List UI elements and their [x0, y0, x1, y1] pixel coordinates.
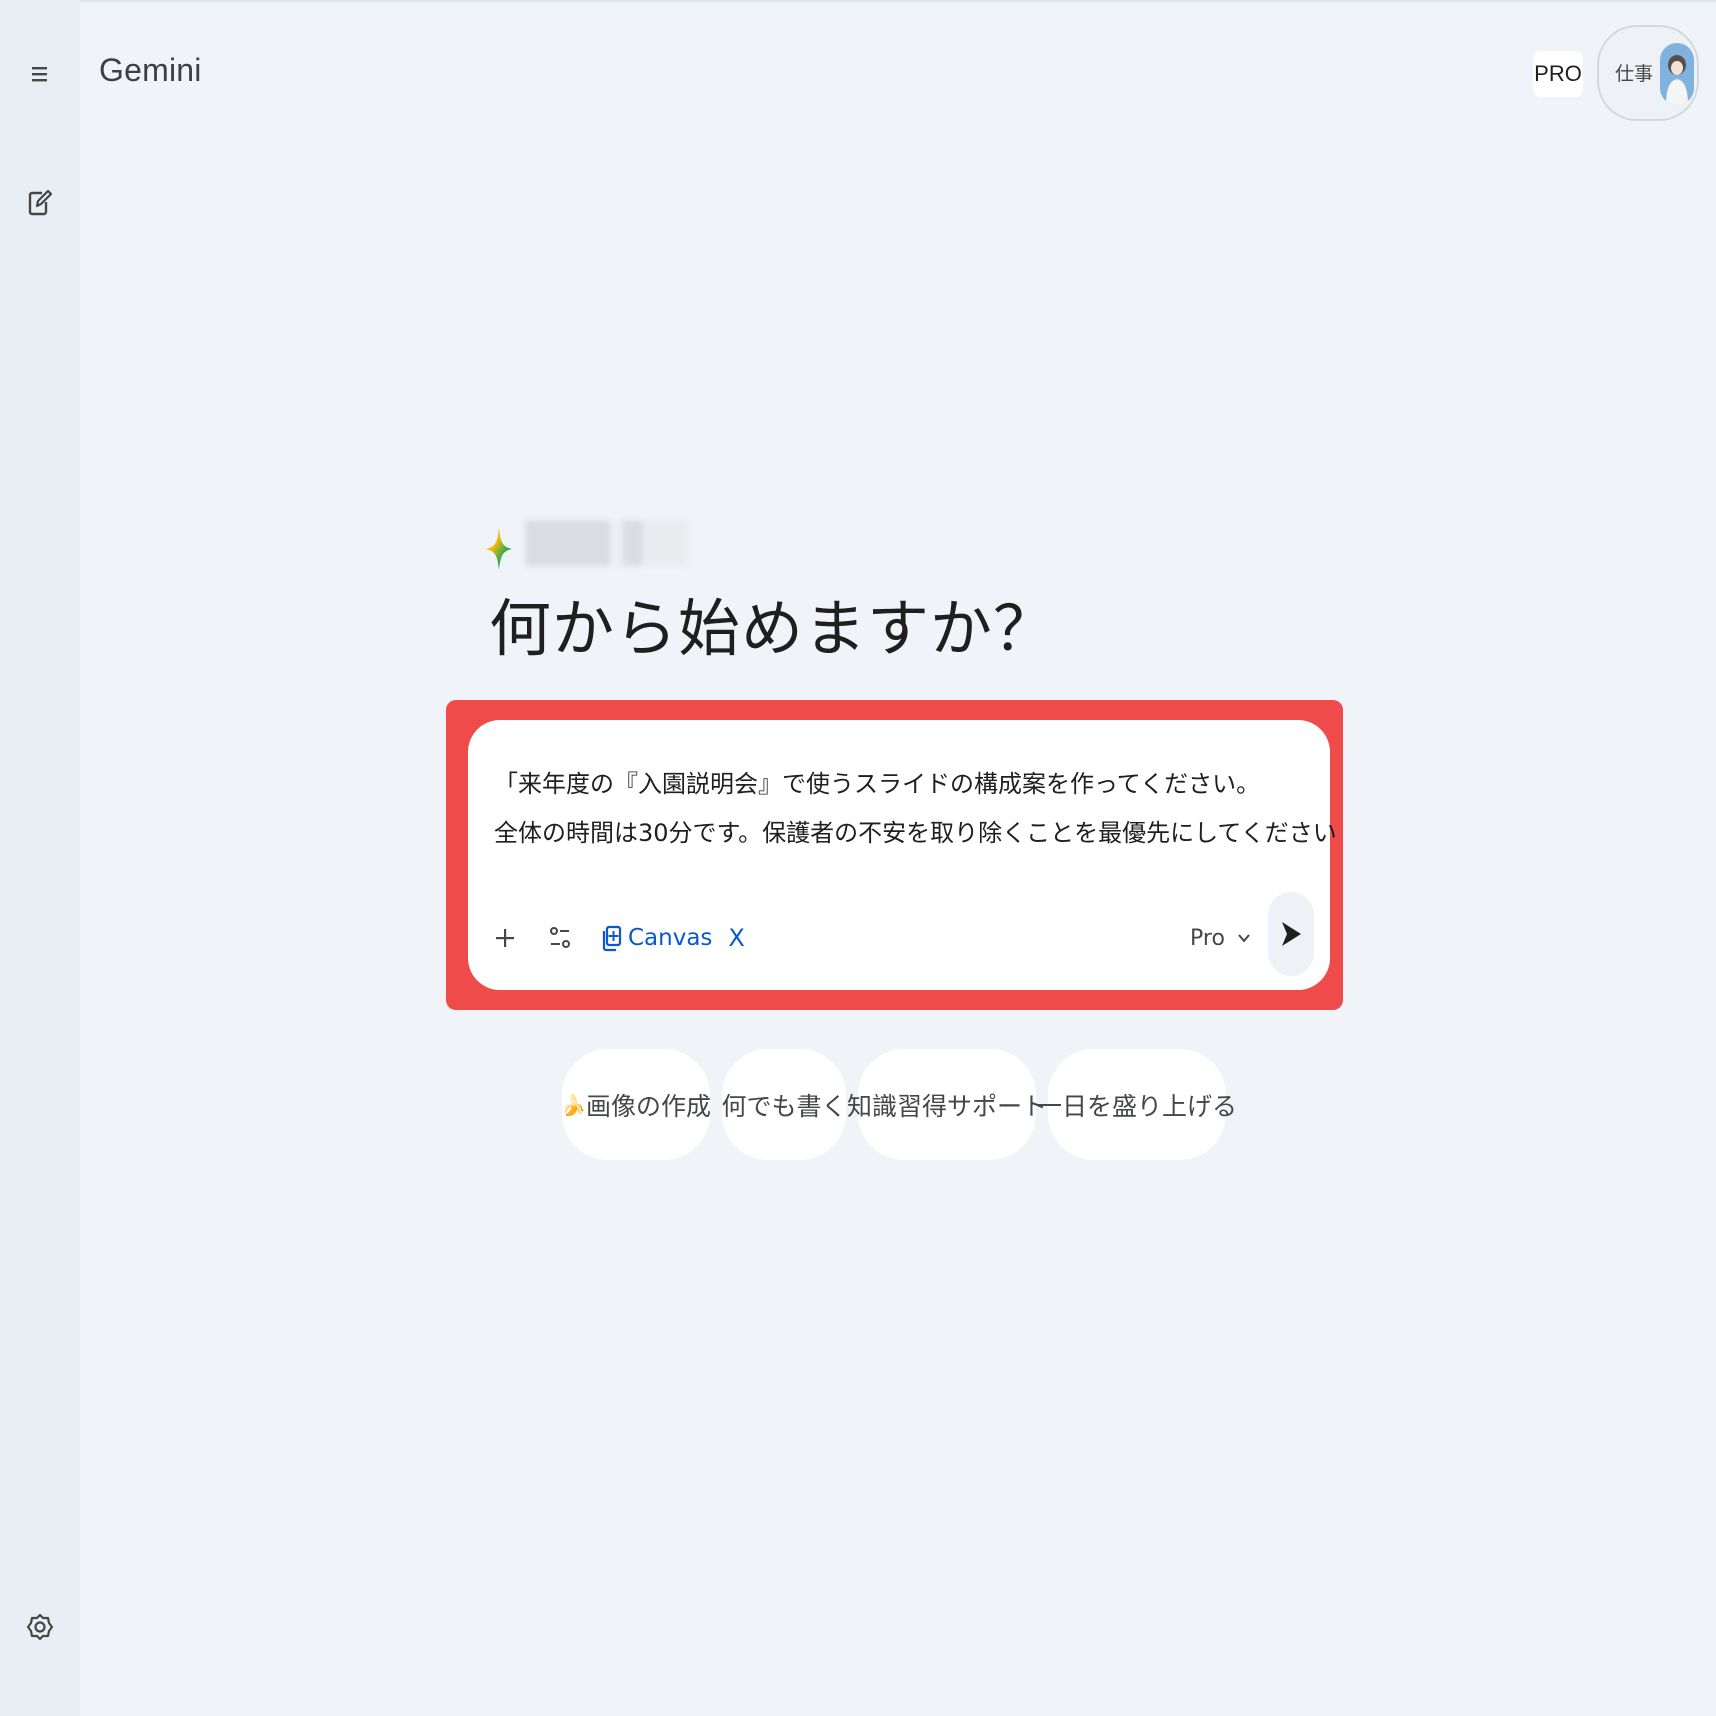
chip-label: 知識習得サポート: [847, 1091, 1048, 1121]
menu-icon: [32, 67, 47, 82]
model-label: Pro: [1190, 925, 1225, 951]
gemini-spark-icon: [486, 528, 512, 570]
chip-label: 画像の作成: [585, 1091, 711, 1121]
gear-icon: [27, 1613, 53, 1641]
send-icon: [1282, 922, 1301, 946]
model-selector[interactable]: Pro: [1190, 916, 1251, 960]
prompt-box[interactable]: 「来年度の『入園説明会』で使うスライドの構成案を作ってください。 全体の時間は3…: [468, 720, 1337, 990]
tools-button[interactable]: [538, 916, 582, 960]
chip-label: 何でも書く: [721, 1091, 847, 1121]
chip-label: 一日を盛り上げる: [1037, 1091, 1238, 1121]
canvas-tool-chip[interactable]: Canvas X: [600, 916, 745, 960]
plus-icon: [496, 929, 514, 947]
suggestion-create-image[interactable]: 🍌 画像の作成: [561, 1049, 711, 1160]
add-button[interactable]: [483, 916, 527, 960]
greeting-title: 何から始めますか？: [489, 592, 1057, 665]
canvas-close-button[interactable]: X: [728, 924, 744, 952]
user-name-redacted: [525, 520, 688, 566]
account-label: 仕事: [1615, 63, 1654, 85]
sidebar: [0, 0, 80, 1716]
send-button[interactable]: [1268, 892, 1314, 976]
menu-button[interactable]: [16, 50, 64, 98]
banana-icon: 🍌: [561, 1092, 586, 1117]
plan-badge[interactable]: PRO: [1533, 51, 1583, 97]
top-border: [0, 0, 1716, 2]
app-title[interactable]: Gemini: [99, 52, 202, 89]
prompt-line: 「来年度の『入園説明会』で使うスライドの構成案を作ってください。: [494, 770, 1261, 798]
account-switcher[interactable]: 仕事: [1597, 25, 1699, 121]
edit-icon: [28, 189, 53, 216]
suggestion-write[interactable]: 何でも書く: [721, 1049, 847, 1160]
canvas-label: Canvas: [628, 925, 713, 951]
prompt-input[interactable]: 「来年度の『入園説明会』で使うスライドの構成案を作ってください。 全体の時間は3…: [494, 760, 1337, 858]
tune-icon: [550, 927, 570, 948]
chevron-down-icon: [1238, 934, 1250, 943]
canvas-icon: [602, 925, 622, 952]
avatar: [1660, 43, 1694, 105]
prompt-line: 全体の時間は30分です。保護者の不安を取り除くことを最優先にしてください: [494, 819, 1337, 847]
new-chat-button[interactable]: [16, 178, 64, 226]
settings-button[interactable]: [16, 1603, 64, 1651]
suggestion-learn[interactable]: 知識習得サポート: [847, 1049, 1047, 1160]
suggestion-boost-day[interactable]: 一日を盛り上げる: [1037, 1049, 1237, 1160]
